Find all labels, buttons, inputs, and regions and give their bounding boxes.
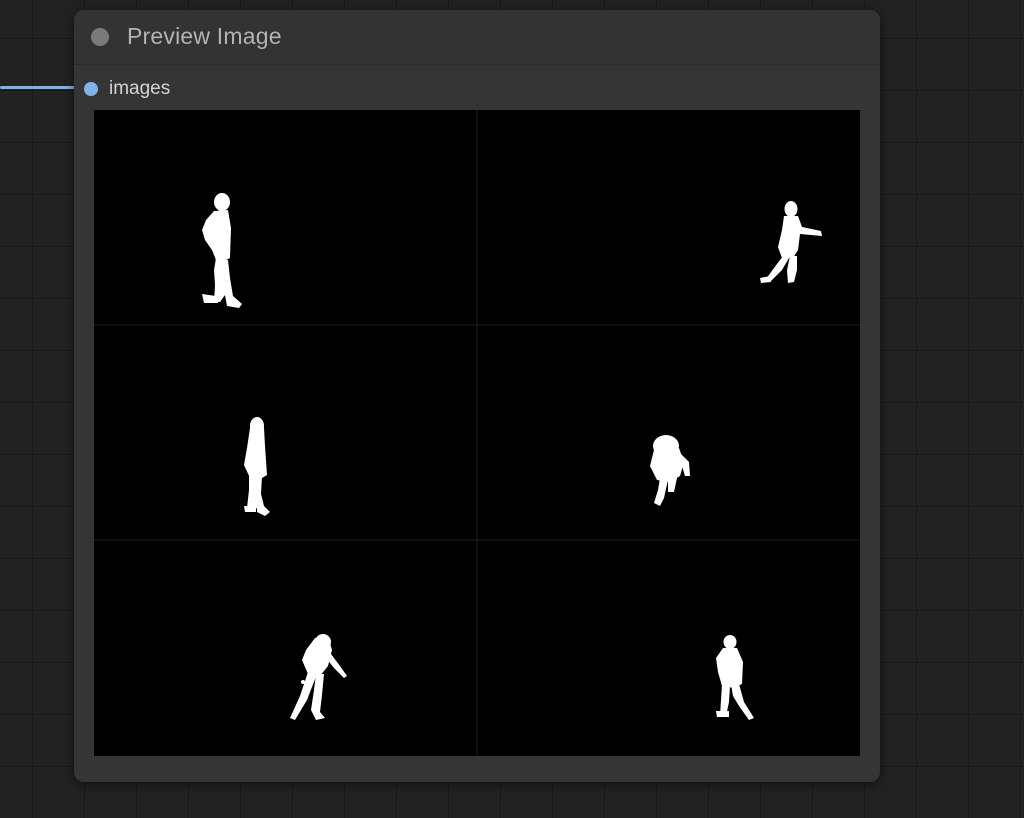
input-slot-dot-icon[interactable] bbox=[84, 82, 98, 96]
input-slot-label: images bbox=[109, 78, 171, 99]
input-link-wire[interactable] bbox=[0, 86, 80, 89]
silhouette-standing-boy bbox=[716, 635, 754, 720]
image-preview-grid bbox=[94, 110, 860, 756]
node-header[interactable]: Preview Image bbox=[74, 10, 880, 65]
silhouette-walking-person bbox=[202, 193, 242, 308]
preview-grid-canvas bbox=[94, 110, 860, 756]
silhouette-reaching-person bbox=[760, 201, 822, 283]
node-title: Preview Image bbox=[127, 23, 282, 49]
silhouette-dancing-girl bbox=[290, 634, 347, 720]
node-collapse-icon[interactable] bbox=[91, 28, 109, 46]
silhouette-crouching-person bbox=[650, 435, 690, 506]
silhouette-walking-girl bbox=[244, 417, 270, 516]
preview-image-node[interactable]: Preview Image images bbox=[74, 10, 880, 782]
